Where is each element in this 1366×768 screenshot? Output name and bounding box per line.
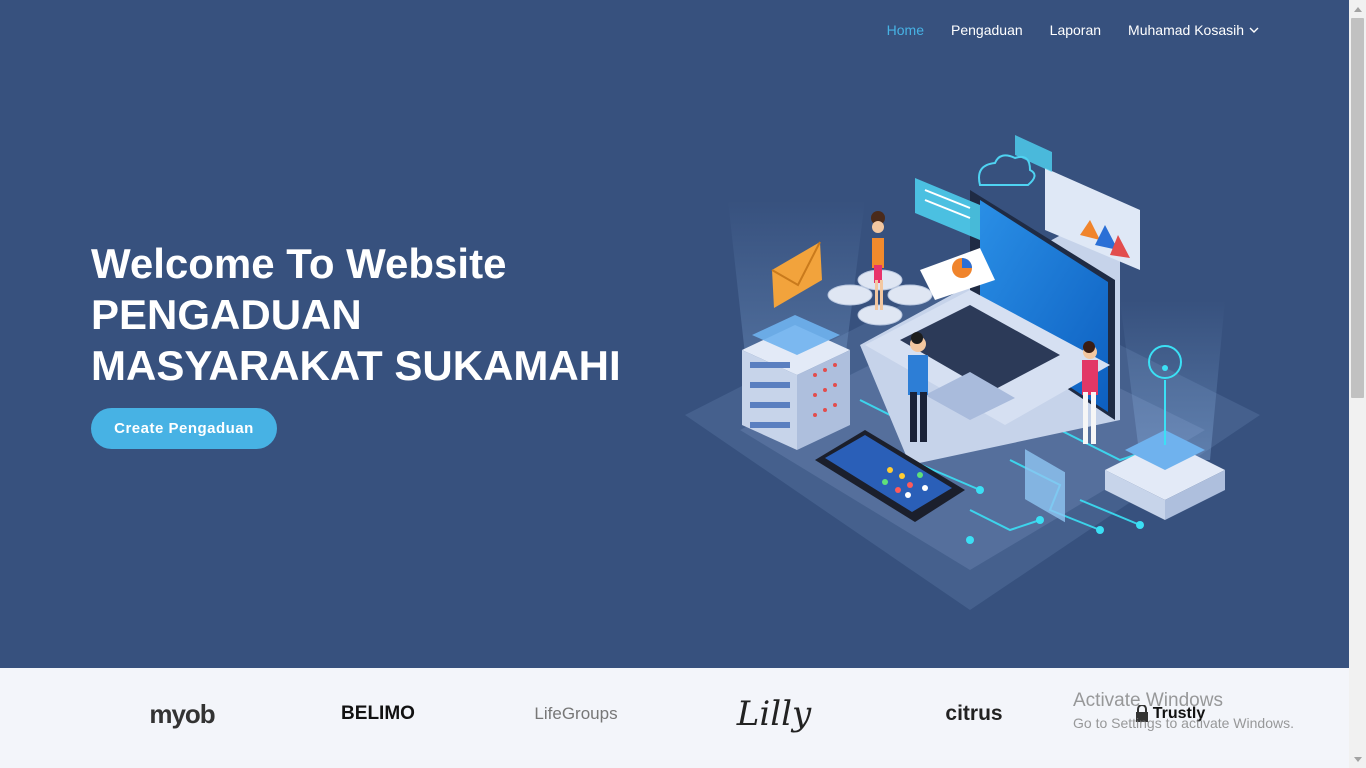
hero-title: Welcome To Website PENGADUAN MASYARAKAT … (91, 238, 621, 391)
chevron-down-icon (1249, 27, 1259, 33)
scroll-down-arrow-icon[interactable] (1349, 751, 1366, 768)
hero-section: Home Pengaduan Laporan Muhamad Kosasih W… (0, 0, 1349, 668)
client-logo-citrus: citrus (945, 702, 1003, 725)
hero-title-line2: PENGADUAN (91, 291, 362, 338)
client-logo-belimo: BELIMO (341, 703, 415, 724)
hero-title-line3: MASYARAKAT SUKAMAHI (91, 342, 621, 389)
windows-activation-watermark: Activate Windows Go to Settings to activ… (1073, 690, 1294, 731)
watermark-title: Activate Windows (1073, 690, 1223, 711)
nav-laporan[interactable]: Laporan (1050, 22, 1101, 38)
nav-user-dropdown[interactable]: Muhamad Kosasih (1128, 22, 1259, 38)
client-logo-myob: myob (149, 698, 215, 729)
client-logo-lifegroups: LifeGroups (534, 704, 618, 723)
scrollbar-thumb[interactable] (1351, 18, 1364, 398)
main-nav: Home Pengaduan Laporan Muhamad Kosasih (860, 22, 1259, 38)
watermark-subtitle: Go to Settings to activate Windows. (1073, 715, 1294, 731)
hero-illustration (685, 135, 1260, 610)
vertical-scrollbar[interactable] (1349, 0, 1366, 768)
user-name: Muhamad Kosasih (1128, 22, 1244, 38)
hero-title-line1: Welcome To Website (91, 240, 507, 287)
create-pengaduan-button[interactable]: Create Pengaduan (91, 408, 277, 449)
client-logo-lilly: Lilly (736, 694, 812, 734)
nav-pengaduan[interactable]: Pengaduan (951, 22, 1023, 38)
scroll-up-arrow-icon[interactable] (1349, 0, 1366, 17)
nav-home[interactable]: Home (887, 22, 924, 38)
